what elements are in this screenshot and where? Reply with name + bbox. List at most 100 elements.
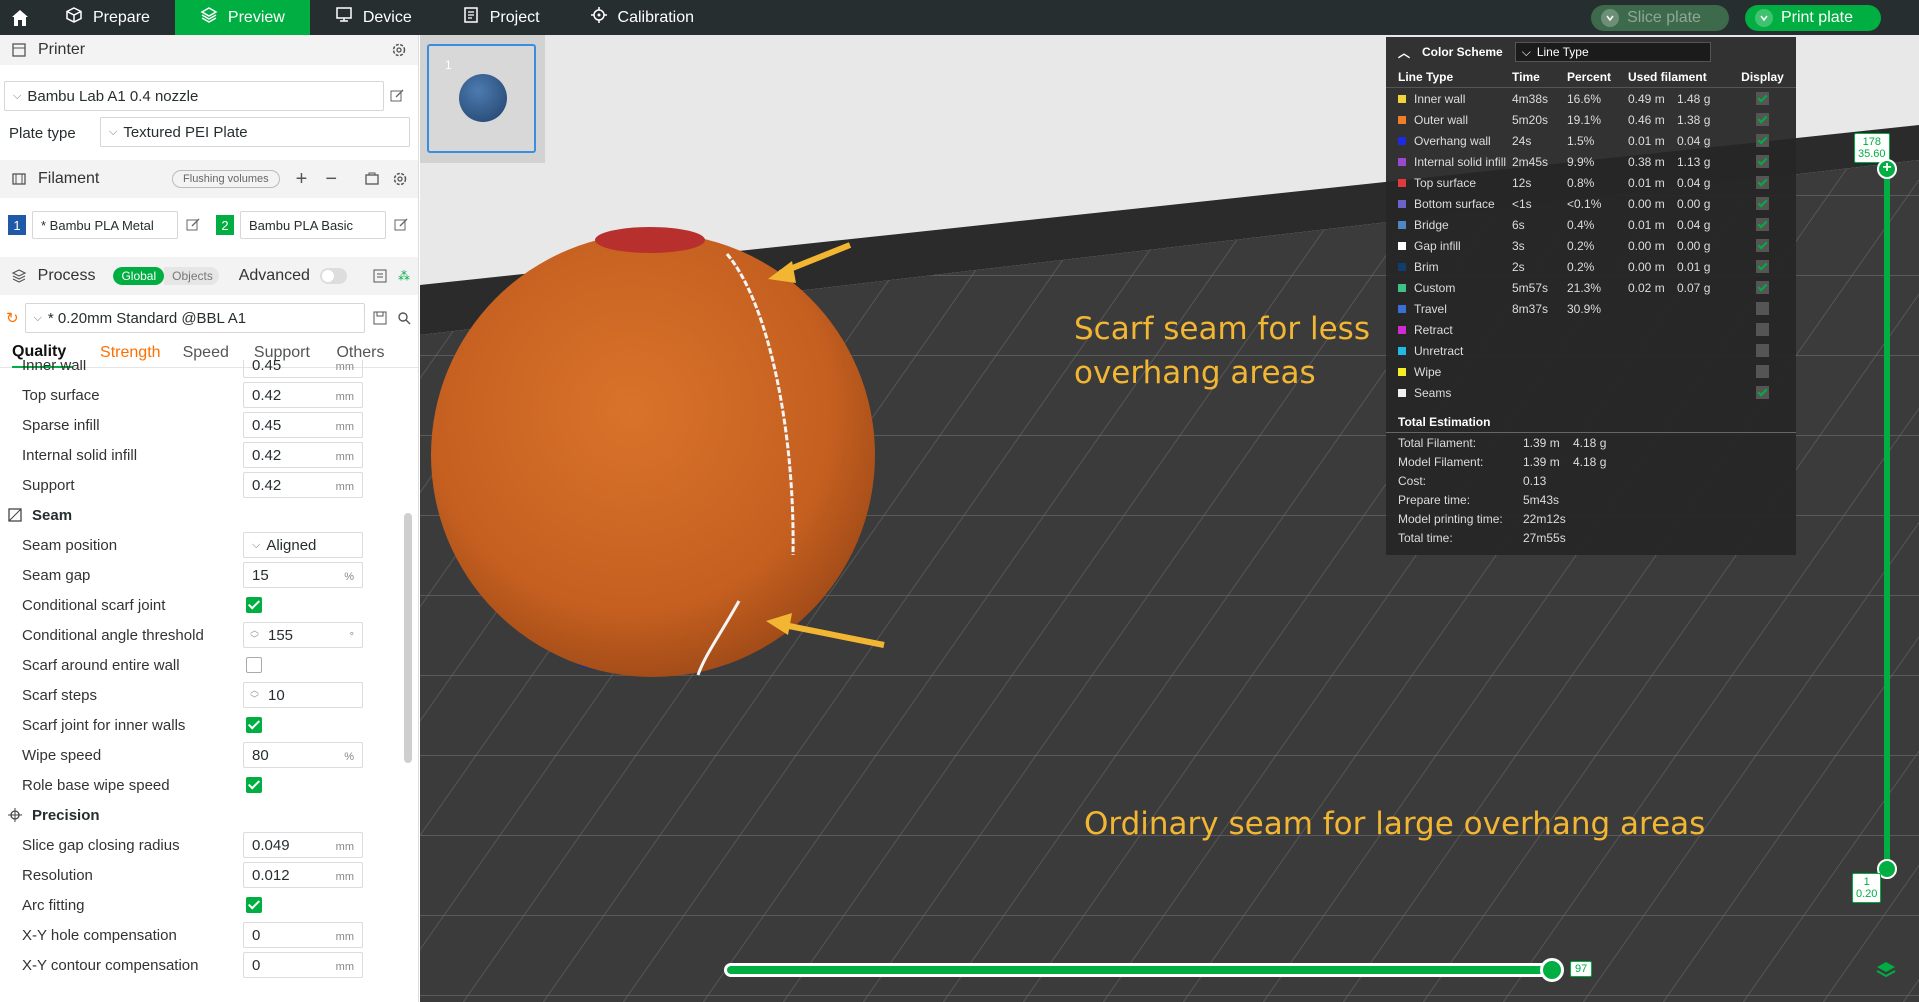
legend-columns: Line Type Time Percent Used filament Dis… [1386, 67, 1796, 88]
objects-toggle-option[interactable]: Objects [164, 267, 219, 285]
display-checkbox[interactable] [1756, 281, 1769, 294]
top-layer-handle[interactable]: + [1877, 159, 1897, 179]
layer-slider-track[interactable] [1884, 166, 1890, 866]
search-icon[interactable] [395, 309, 413, 327]
display-checkbox[interactable] [1756, 218, 1769, 231]
weight-cell: 1.48 g [1677, 91, 1711, 106]
support-input[interactable]: 0.42 mm [243, 472, 363, 498]
home-icon[interactable] [0, 0, 40, 35]
line-type-cell: Seams [1386, 386, 1512, 400]
xy-contour-input[interactable]: 0 mm [243, 952, 363, 978]
plate-type-select[interactable]: ⌵ Textured PEI Plate [100, 117, 410, 147]
display-checkbox[interactable] [1756, 113, 1769, 126]
display-checkbox[interactable] [1756, 239, 1769, 252]
line-type-cell: Top surface [1386, 176, 1512, 190]
sphere-model[interactable] [431, 233, 875, 677]
slice-gap-input[interactable]: 0.049 mm [243, 832, 363, 858]
display-checkbox[interactable] [1756, 155, 1769, 168]
legend-row: Retract [1386, 319, 1796, 340]
flushing-volumes-button[interactable]: Flushing volumes [172, 170, 280, 188]
conditional-scarf-checkbox[interactable] [246, 597, 262, 613]
scarf-steps-stepper[interactable]: ︿ ﹀ 10 [243, 682, 363, 708]
display-checkbox[interactable] [1756, 386, 1769, 399]
setting-label: Resolution [22, 866, 93, 884]
role-base-wipe-checkbox[interactable] [246, 777, 262, 793]
compare-icon[interactable] [371, 267, 389, 285]
display-checkbox[interactable] [1756, 134, 1769, 147]
edit-icon[interactable] [184, 216, 202, 234]
add-icon[interactable]: + [296, 168, 308, 191]
tab-prepare[interactable]: Prepare [40, 0, 175, 35]
process-preset-select[interactable]: ⌵ * 0.20mm Standard @BBL A1 [24, 303, 365, 333]
scarf-inner-walls-checkbox[interactable] [246, 717, 262, 733]
filament-select[interactable]: * Bambu PLA Metal [32, 211, 178, 239]
settings-scrollbar[interactable] [404, 373, 412, 1002]
scarf-entire-wall-checkbox[interactable] [246, 657, 262, 673]
global-objects-toggle[interactable]: Global Objects [113, 267, 219, 285]
collapse-icon[interactable]: ︿ [1398, 44, 1410, 61]
stepper-arrows-icon[interactable]: ︿ ﹀ [250, 686, 259, 704]
gear-icon[interactable] [391, 170, 409, 188]
line-type-cell: Wipe [1386, 365, 1512, 379]
sparse-infill-input[interactable]: 0.45 mm [243, 412, 363, 438]
layer-slider[interactable]: 178 35.60 + 1 0.20 [1852, 133, 1910, 903]
display-checkbox[interactable] [1756, 302, 1769, 315]
top-surface-input[interactable]: 0.42 mm [243, 382, 363, 408]
tab-calibration[interactable]: Calibration [565, 0, 719, 35]
display-checkbox[interactable] [1756, 365, 1769, 378]
print-plate-button[interactable]: Print plate [1744, 5, 1881, 31]
edit-icon[interactable] [392, 216, 410, 234]
plate-icon[interactable]: ⁂ [398, 267, 410, 285]
save-icon[interactable] [371, 309, 389, 327]
inner-wall-input[interactable]: 0.45 mm [243, 360, 363, 378]
move-slider-handle[interactable] [1540, 958, 1564, 982]
color-scheme-select[interactable]: ⌵ Line Type [1514, 42, 1711, 62]
line-type-name: Bridge [1414, 217, 1449, 232]
stepper-arrows-icon[interactable]: ︿ ﹀ [250, 626, 259, 644]
plate-type-label: Plate type [9, 124, 76, 142]
display-checkbox[interactable] [1756, 260, 1769, 273]
display-checkbox[interactable] [1756, 197, 1769, 210]
filament-select[interactable]: Bambu PLA Basic [240, 211, 386, 239]
plate-thumbnail[interactable]: 1 [427, 44, 536, 153]
tab-project[interactable]: Project [437, 0, 565, 35]
filament-slot-2[interactable]: 2 Bambu PLA Basic [216, 211, 410, 239]
remove-icon[interactable]: − [325, 168, 337, 191]
seam-gap-input[interactable]: 15% [243, 562, 363, 588]
seam-position-select[interactable]: ⌵ Aligned [243, 532, 363, 558]
conditional-angle-stepper[interactable]: ︿ ﹀ 155 ° [243, 622, 363, 648]
display-checkbox[interactable] [1756, 344, 1769, 357]
filament-icon [10, 170, 28, 188]
move-slider[interactable]: 97 [724, 958, 1594, 982]
total-value: 1.39 m [1523, 454, 1560, 469]
layers-icon[interactable] [1874, 958, 1898, 982]
move-slider-track[interactable] [724, 963, 1554, 977]
chevron-down-icon[interactable] [1601, 9, 1620, 27]
printer-select[interactable]: ⌵ Bambu Lab A1 0.4 nozzle [4, 81, 384, 111]
line-type-name: Internal solid infill [1414, 154, 1507, 169]
slice-plate-button[interactable]: Slice plate [1591, 5, 1729, 31]
line-type-cell: Custom [1386, 281, 1512, 295]
tab-device[interactable]: Device [310, 0, 437, 35]
arc-fitting-checkbox[interactable] [246, 897, 262, 913]
advanced-toggle[interactable] [319, 268, 348, 284]
filament-slot-1[interactable]: 1 * Bambu PLA Metal [8, 211, 202, 239]
sync-filament-icon[interactable] [363, 170, 381, 188]
gear-icon[interactable] [390, 41, 408, 59]
display-checkbox[interactable] [1756, 323, 1769, 336]
xy-hole-input[interactable]: 0 mm [243, 922, 363, 948]
internal-solid-infill-input[interactable]: 0.42 mm [243, 442, 363, 468]
chevron-down-icon[interactable] [1754, 9, 1773, 27]
wipe-speed-input[interactable]: 80% [243, 742, 363, 768]
tab-preview[interactable]: Preview [174, 0, 310, 35]
precision-group-title: Precision [32, 806, 100, 824]
global-toggle-option[interactable]: Global [113, 267, 165, 285]
display-checkbox[interactable] [1756, 176, 1769, 189]
setting-unit: mm [335, 961, 354, 973]
resolution-input[interactable]: 0.012 mm [243, 862, 363, 888]
setting-row: Role base wipe speed [0, 770, 404, 800]
edit-icon[interactable] [388, 87, 406, 105]
setting-label: Inner wall [22, 360, 87, 374]
display-checkbox[interactable] [1756, 92, 1769, 105]
reset-icon[interactable]: ↻ [6, 309, 19, 327]
